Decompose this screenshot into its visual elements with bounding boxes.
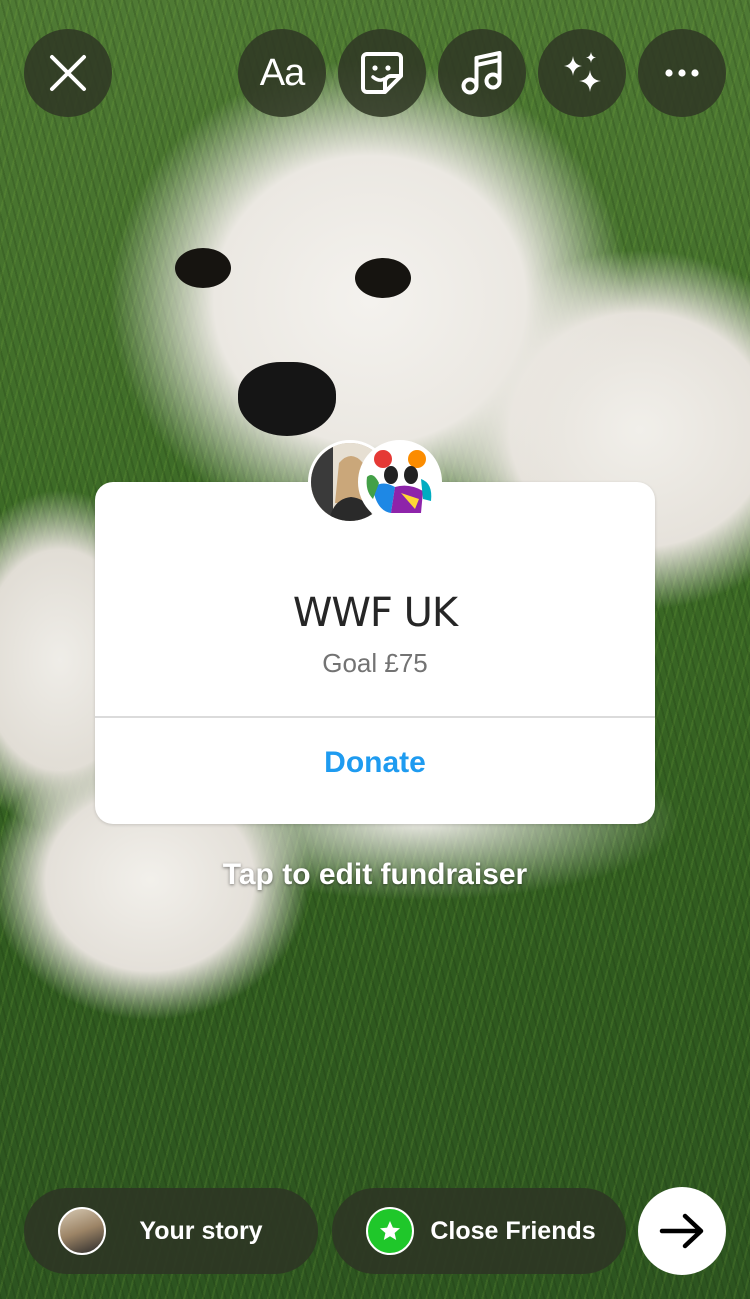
fundraiser-goal: Goal £75	[322, 648, 428, 678]
card-divider	[95, 716, 655, 718]
text-tool-label: Aa	[259, 51, 305, 94]
arrow-right-icon	[659, 1213, 704, 1249]
more-button[interactable]	[638, 29, 726, 117]
close-friends-label: Close Friends	[430, 1216, 596, 1245]
edit-fundraiser-hint[interactable]: Tap to edit fundraiser	[0, 858, 750, 892]
effects-sparkles-icon	[564, 52, 601, 92]
your-story-button[interactable]: Your story	[24, 1188, 318, 1274]
music-icon	[461, 51, 502, 95]
dog-nose	[238, 362, 336, 436]
music-button[interactable]	[438, 29, 526, 117]
close-friends-star-icon	[366, 1207, 414, 1255]
close-friends-button[interactable]: Close Friends	[332, 1188, 626, 1274]
close-button[interactable]	[24, 29, 112, 117]
your-story-label: Your story	[139, 1216, 263, 1245]
effects-button[interactable]	[538, 29, 626, 117]
fundraiser-sticker[interactable]: WWF UK Goal £75 Donate	[95, 482, 655, 824]
sticker-icon	[361, 52, 403, 94]
panda-logo-icon	[361, 443, 439, 521]
charity-logo-avatar	[358, 440, 442, 524]
dog-eye-right	[355, 258, 411, 298]
dog-eye-left	[175, 248, 231, 288]
more-icon	[665, 69, 699, 77]
text-tool-button[interactable]: Aa	[238, 29, 326, 117]
send-button[interactable]	[638, 1187, 726, 1275]
sticker-button[interactable]	[338, 29, 426, 117]
fundraiser-title: WWF UK	[292, 590, 458, 636]
close-icon	[50, 55, 86, 91]
donate-button[interactable]: Donate	[95, 746, 655, 780]
